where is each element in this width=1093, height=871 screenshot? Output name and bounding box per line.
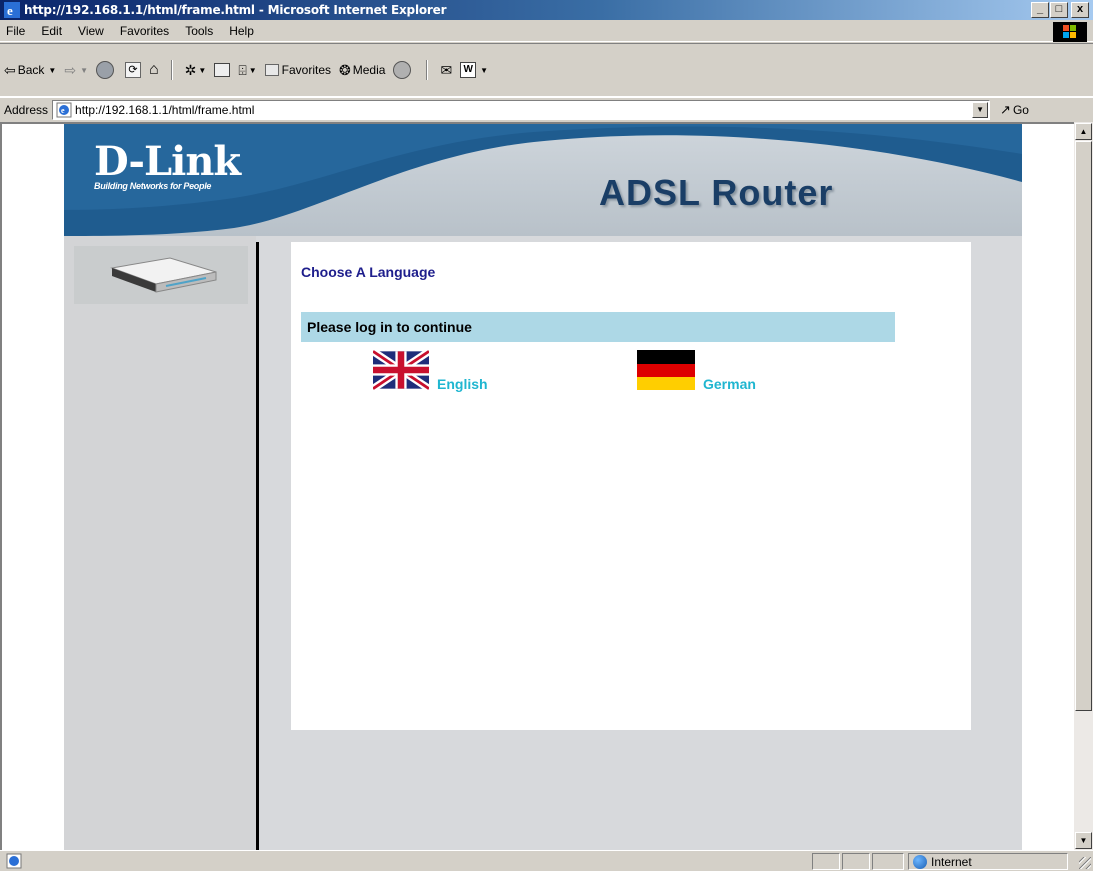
login-prompt-bar: Please log in to continue — [301, 312, 895, 342]
mail-icon: ✉ — [440, 61, 453, 78]
germany-flag-icon[interactable] — [637, 350, 695, 390]
page-status-icon — [6, 853, 22, 869]
vertical-scrollbar[interactable]: ▲ ▼ — [1074, 122, 1093, 850]
search-icon: ✲ — [184, 61, 197, 78]
chevron-down-icon: ▼ — [198, 65, 207, 75]
globe-icon — [393, 61, 412, 79]
status-cell — [812, 853, 840, 870]
refresh-button[interactable]: ⟳ — [125, 62, 141, 78]
back-arrow-icon: ⇦ — [4, 61, 16, 78]
go-arrow-icon: ↗ — [1000, 102, 1011, 117]
address-bar: Address e http://192.168.1.1/html/frame.… — [0, 97, 1093, 122]
product-title: ADSL Router — [599, 172, 834, 213]
login-prompt: Please log in to continue — [307, 319, 472, 335]
go-button[interactable]: ↗ Go — [1000, 102, 1029, 118]
status-cell — [842, 853, 870, 870]
stop-icon — [96, 61, 114, 79]
resize-grip[interactable] — [1079, 857, 1091, 869]
favorites-icon — [264, 64, 279, 76]
history-button[interactable] — [214, 63, 231, 77]
page-header: D-Link Building Networks for People ADSL… — [64, 124, 1022, 236]
search-button[interactable]: ✲ ▼ — [185, 62, 207, 79]
favorites-button[interactable]: Favorites — [264, 63, 332, 77]
home-icon: ⌂ — [149, 61, 159, 78]
brand-logo: D-Link — [94, 138, 241, 185]
refresh-icon: ⟳ — [125, 62, 141, 78]
history-globe-button[interactable] — [393, 61, 414, 79]
close-button[interactable]: x — [1071, 2, 1089, 18]
browser-viewport: D-Link Building Networks for People ADSL… — [0, 122, 1074, 850]
chevron-down-icon: ▼ — [48, 65, 57, 75]
back-button[interactable]: ⇦ Back ▼ — [4, 62, 56, 79]
forward-button[interactable]: ⇨ ▼ — [64, 62, 88, 79]
folders-button[interactable]: ⌹ ▼ — [238, 62, 256, 79]
chevron-down-icon: ▼ — [480, 65, 489, 75]
folders-icon: ⌹ — [238, 61, 247, 78]
chevron-down-icon: ▼ — [80, 65, 88, 75]
address-label: Address — [4, 103, 49, 117]
router-image — [74, 246, 248, 304]
page-title: Choose A Language — [301, 264, 436, 280]
history-icon — [214, 63, 231, 77]
language-option-german[interactable]: German — [637, 350, 756, 392]
media-button[interactable]: ❂ Media — [339, 62, 385, 79]
internet-globe-icon — [913, 855, 927, 869]
back-label: Back — [17, 63, 45, 77]
vertical-divider — [256, 242, 259, 850]
uk-flag-icon[interactable] — [373, 350, 429, 390]
language-english-link[interactable]: English — [437, 376, 488, 392]
scroll-down-button[interactable]: ▼ — [1075, 832, 1092, 849]
status-cell — [872, 853, 904, 870]
favorites-label: Favorites — [281, 63, 332, 77]
media-icon: ❂ — [339, 61, 351, 78]
menu-edit[interactable]: Edit — [41, 24, 62, 38]
sidebar — [64, 236, 256, 850]
security-zone: Internet — [908, 853, 1068, 870]
language-panel: Choose A Language Please log in to conti… — [291, 242, 971, 730]
router-page: D-Link Building Networks for People ADSL… — [64, 124, 1022, 850]
media-label: Media — [352, 63, 386, 77]
stop-button[interactable] — [96, 61, 117, 79]
svg-text:e: e — [61, 106, 65, 115]
language-option-english[interactable]: English — [373, 350, 488, 392]
address-input[interactable]: e http://192.168.1.1/html/frame.html ▼ — [52, 100, 991, 120]
svg-text:e: e — [7, 3, 13, 18]
edit-word-button[interactable]: W ▼ — [460, 62, 488, 78]
menu-file[interactable]: File — [6, 24, 25, 38]
go-label: Go — [1012, 103, 1029, 117]
menu-favorites[interactable]: Favorites — [120, 24, 169, 38]
zone-label: Internet — [931, 854, 972, 869]
toolbar-separator — [426, 60, 429, 80]
maximize-button[interactable]: □ — [1050, 2, 1068, 18]
menu-view[interactable]: View — [78, 24, 104, 38]
home-button[interactable]: ⌂ — [149, 61, 159, 79]
menu-bar: File Edit View Favorites Tools Help — [0, 20, 1093, 42]
scroll-thumb[interactable] — [1075, 141, 1092, 711]
chevron-down-icon: ▼ — [248, 65, 257, 75]
dlink-logo: D-Link Building Networks for People — [94, 138, 241, 192]
scroll-up-button[interactable]: ▲ — [1075, 123, 1092, 140]
standard-toolbar: ⇦ Back ▼ ⇨ ▼ ⟳ ⌂ ✲ ▼ ⌹ ▼ Favorites ❂ Med… — [0, 43, 1093, 97]
address-url: http://192.168.1.1/html/frame.html — [75, 103, 255, 117]
ie-page-icon: e — [56, 102, 72, 118]
status-bar: Internet — [0, 850, 1093, 871]
word-icon: W — [460, 62, 477, 78]
menu-help[interactable]: Help — [229, 24, 254, 38]
toolbar-separator — [170, 60, 173, 80]
mail-button[interactable]: ✉ — [440, 62, 452, 79]
window-title: http://192.168.1.1/html/frame.html - Mic… — [24, 3, 447, 17]
address-dropdown-button[interactable]: ▼ — [972, 102, 989, 118]
router-device-icon — [110, 257, 217, 293]
window-title-bar[interactable]: e http://192.168.1.1/html/frame.html - M… — [0, 0, 1093, 20]
windows-flag-icon — [1063, 25, 1076, 38]
windows-logo — [1053, 22, 1087, 42]
menu-tools[interactable]: Tools — [185, 24, 213, 38]
forward-arrow-icon: ⇨ — [64, 61, 77, 78]
language-german-link[interactable]: German — [703, 376, 756, 392]
ie-icon: e — [4, 2, 20, 18]
minimize-button[interactable]: _ — [1031, 2, 1049, 18]
